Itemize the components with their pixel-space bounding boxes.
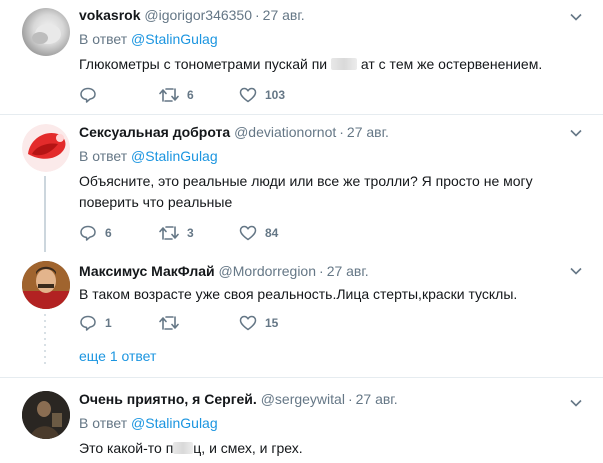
tweet-text: В таком возрасте уже своя реальность.Лиц… xyxy=(79,286,518,302)
user-handle[interactable]: @Mordorregion xyxy=(219,263,316,279)
mention-link[interactable]: @StalinGulag xyxy=(131,31,218,47)
tweet-actions: 6 103 xyxy=(79,84,285,106)
user-handle[interactable]: @deviationornot xyxy=(234,124,336,140)
tweet-actions: 6 3 84 xyxy=(79,222,278,244)
like-icon xyxy=(239,315,257,331)
retweet-icon xyxy=(159,226,179,240)
thread-dots xyxy=(44,314,46,368)
mention-link[interactable]: @StalinGulag xyxy=(131,415,218,431)
tweet-text: Глюкометры с тонометрами пускай пи ат с … xyxy=(79,56,543,72)
reply-to: В ответ @StalinGulag xyxy=(79,148,218,164)
reply-to: В ответ @StalinGulag xyxy=(79,415,218,431)
reply-icon xyxy=(80,225,96,241)
user-name[interactable]: Сексуальная доброта xyxy=(79,124,230,140)
tweet-header: Очень приятно, я Сергей. @sergeywital · 27… xyxy=(79,391,398,407)
reply-button[interactable] xyxy=(79,86,159,104)
like-button[interactable]: 15 xyxy=(239,314,278,332)
tweet-date[interactable]: 27 авг. xyxy=(347,124,389,140)
user-name[interactable]: Очень приятно, я Сергей. xyxy=(79,391,257,407)
retweet-button[interactable] xyxy=(159,314,239,332)
mention-link[interactable]: @StalinGulag xyxy=(131,148,218,164)
tweet-1[interactable]: vokasrok @igorigor346350 · 27 авг. В ответ… xyxy=(0,0,603,114)
user-name[interactable]: Максимус МакФлай xyxy=(79,263,215,279)
like-button[interactable]: 103 xyxy=(239,86,285,104)
tweet-header: Сексуальная доброта @deviationornot · 27 а… xyxy=(79,124,389,140)
tweet-actions: 1 15 xyxy=(79,312,278,334)
tweet-text: Это какой-то п ц, и смех, и грех. xyxy=(79,440,303,456)
tweet-4[interactable]: Очень приятно, я Сергей. @sergeywital · 27… xyxy=(0,378,603,463)
reply-button[interactable]: 6 xyxy=(79,224,159,242)
like-button[interactable]: 84 xyxy=(239,224,278,242)
reply-icon xyxy=(80,315,96,331)
retweet-icon xyxy=(159,316,179,330)
avatar[interactable] xyxy=(22,261,70,309)
reply-icon xyxy=(80,87,96,103)
tweet-date[interactable]: 27 авг. xyxy=(263,7,305,23)
more-replies-link[interactable]: еще 1 ответ xyxy=(79,348,156,364)
reply-to: В ответ @StalinGulag xyxy=(79,31,218,47)
censored-word xyxy=(173,442,194,454)
avatar[interactable] xyxy=(22,391,70,439)
thread-line xyxy=(44,176,46,252)
user-handle[interactable]: @igorigor346350 xyxy=(144,7,252,23)
tweet-header: vokasrok @igorigor346350 · 27 авг. xyxy=(79,7,305,23)
tweet-3[interactable]: Максимус МакФлай @Mordorregion · 27 авг. В… xyxy=(0,252,603,377)
reply-button[interactable]: 1 xyxy=(79,314,159,332)
user-name[interactable]: vokasrok xyxy=(79,7,140,23)
like-icon xyxy=(239,87,257,103)
tweet-date[interactable]: 27 авг. xyxy=(356,391,398,407)
retweet-button[interactable]: 6 xyxy=(159,86,239,104)
tweet-date[interactable]: 27 авг. xyxy=(327,263,369,279)
user-handle[interactable]: @sergeywital xyxy=(261,391,345,407)
censored-word xyxy=(331,58,357,70)
retweet-button[interactable]: 3 xyxy=(159,224,239,242)
tweet-header: Максимус МакФлай @Mordorregion · 27 авг. xyxy=(79,263,369,279)
tweet-2[interactable]: Сексуальная доброта @deviationornot · 27 а… xyxy=(0,115,603,252)
avatar[interactable] xyxy=(22,124,70,172)
avatar[interactable] xyxy=(22,8,70,56)
like-icon xyxy=(239,225,257,241)
retweet-icon xyxy=(159,88,179,102)
tweet-text: Объясните, это реальные люди или все же … xyxy=(79,173,533,210)
